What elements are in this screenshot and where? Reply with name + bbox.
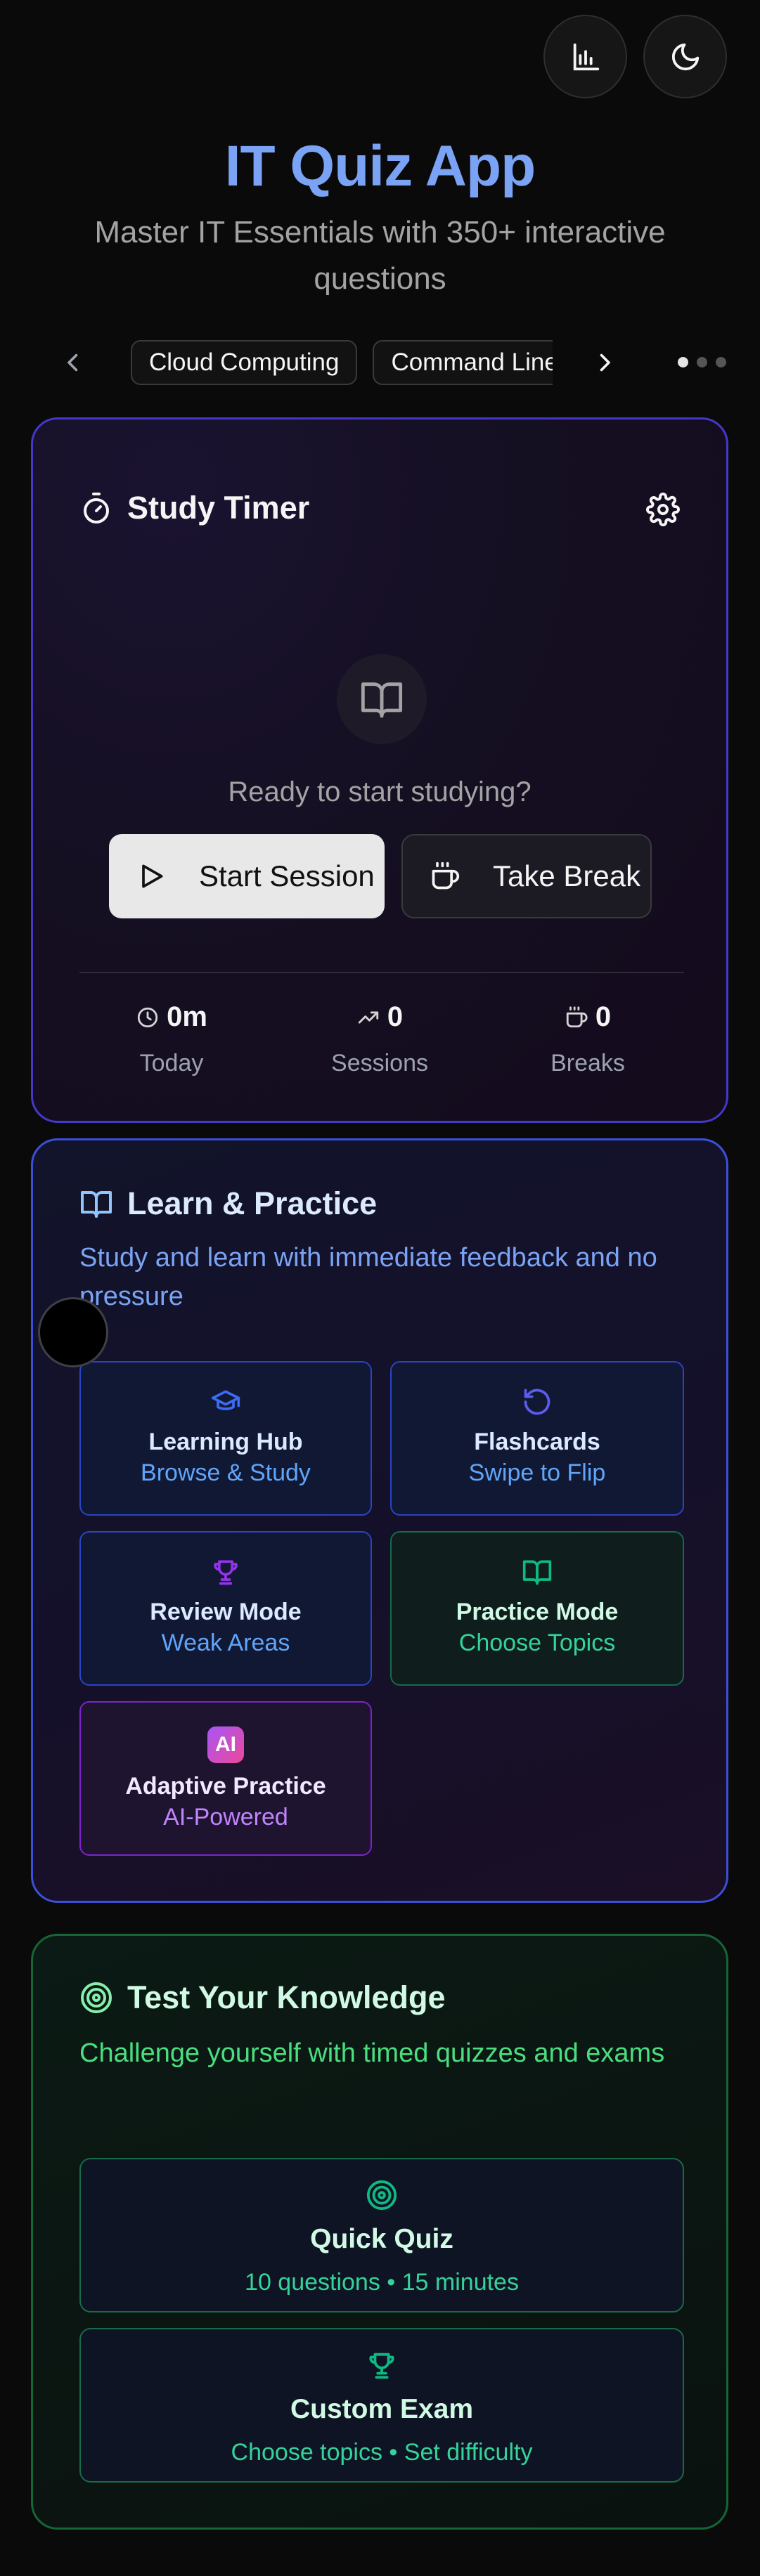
bar-chart-icon bbox=[573, 43, 599, 70]
trophy-icon bbox=[214, 1560, 238, 1585]
tile-title: Learning Hub bbox=[148, 1429, 303, 1455]
timer-title: Study Timer bbox=[127, 490, 310, 526]
coffee-icon bbox=[432, 861, 460, 890]
start-session-button[interactable]: Start Session bbox=[109, 834, 385, 918]
start-session-label: Start Session bbox=[199, 859, 375, 892]
app-title: IT Quiz App bbox=[224, 134, 536, 198]
target-icon bbox=[366, 2180, 397, 2211]
learn-practice-card: Learn & Practice Study and learn with im… bbox=[31, 1138, 728, 1903]
book-placeholder bbox=[337, 654, 427, 744]
trending-up-icon bbox=[358, 1011, 379, 1023]
stat-today-value: 0m bbox=[167, 1001, 207, 1032]
take-break-label: Take Break bbox=[493, 859, 641, 892]
tile-title: Flashcards bbox=[474, 1429, 600, 1455]
review-mode-tile[interactable]: Review Mode Weak Areas bbox=[79, 1531, 372, 1686]
app-subtitle: Master IT Essentials with 350+ interacti… bbox=[94, 215, 666, 296]
clock-icon bbox=[137, 1007, 158, 1027]
floating-action-circle[interactable] bbox=[38, 1297, 108, 1367]
trophy-icon bbox=[369, 2353, 394, 2379]
test-description: Challenge yourself with timed quizzes an… bbox=[79, 2038, 665, 2068]
test-title: Test Your Knowledge bbox=[127, 1979, 446, 2015]
flashcards-tile[interactable]: Flashcards Swipe to Flip bbox=[390, 1361, 684, 1516]
tile-title: Practice Mode bbox=[456, 1599, 619, 1625]
timer-status: Ready to start studying? bbox=[228, 776, 532, 807]
timer-divider bbox=[79, 972, 684, 973]
tile-title: Adaptive Practice bbox=[125, 1773, 326, 1800]
tile-subtitle: Choose topics • Set difficulty bbox=[231, 2439, 533, 2466]
learning-hub-tile[interactable]: Learning Hub Browse & Study bbox=[79, 1361, 372, 1516]
tile-subtitle: AI-Powered bbox=[163, 1804, 288, 1830]
tile-title: Review Mode bbox=[150, 1599, 302, 1625]
learn-description: Study and learn with immediate feedback … bbox=[79, 1243, 657, 1311]
tile-subtitle: 10 questions • 15 minutes bbox=[245, 2269, 519, 2296]
topic-chip[interactable]: Cloud Computing bbox=[131, 340, 358, 385]
open-book-icon bbox=[522, 1560, 552, 1585]
test-header: Test Your Knowledge bbox=[79, 1979, 446, 2016]
custom-exam-tile[interactable]: Custom Exam Choose topics • Set difficul… bbox=[79, 2328, 684, 2483]
coffee-icon bbox=[566, 1006, 588, 1027]
stat-breaks-label: Breaks bbox=[550, 1050, 625, 1076]
timer-header: Study Timer bbox=[79, 490, 309, 526]
chevron-left-icon bbox=[67, 353, 78, 372]
adaptive-practice-tile[interactable]: AI Adaptive Practice AI-Powered bbox=[79, 1701, 372, 1856]
take-break-button[interactable]: Take Break bbox=[401, 834, 652, 918]
carousel-next-button[interactable] bbox=[588, 346, 621, 379]
stat-sessions-label: Sessions bbox=[331, 1050, 428, 1076]
chevron-right-icon bbox=[600, 353, 610, 372]
stats-button[interactable] bbox=[543, 15, 627, 98]
quick-quiz-tile[interactable]: Quick Quiz 10 questions • 15 minutes bbox=[79, 2158, 684, 2312]
pagination-dot[interactable] bbox=[678, 357, 688, 367]
target-icon bbox=[81, 1982, 112, 2013]
stat-today-label: Today bbox=[139, 1050, 204, 1076]
pagination-dot[interactable] bbox=[697, 357, 707, 367]
practice-mode-tile[interactable]: Practice Mode Choose Topics bbox=[390, 1531, 684, 1686]
tile-title: Quick Quiz bbox=[310, 2224, 453, 2254]
test-knowledge-card: Test Your Knowledge Challenge yourself w… bbox=[31, 1934, 728, 2530]
rotate-icon bbox=[524, 1388, 550, 1415]
stat-breaks: 0 Breaks bbox=[510, 1001, 665, 1077]
stat-sessions: 0 Sessions bbox=[302, 1001, 457, 1077]
open-book-icon bbox=[361, 682, 403, 718]
stat-sessions-value: 0 bbox=[387, 1001, 404, 1032]
theme-toggle-button[interactable] bbox=[643, 15, 727, 98]
topic-chip[interactable]: Command Line bbox=[373, 340, 553, 385]
tile-subtitle: Weak Areas bbox=[161, 1629, 290, 1656]
tile-title: Custom Exam bbox=[290, 2394, 474, 2424]
carousel-prev-button[interactable] bbox=[56, 346, 90, 379]
stopwatch-icon bbox=[84, 493, 109, 523]
pagination-dot[interactable] bbox=[716, 357, 726, 367]
tile-subtitle: Swipe to Flip bbox=[468, 1459, 606, 1486]
tile-subtitle: Browse & Study bbox=[141, 1459, 311, 1486]
topic-carousel: Cloud Computing Command Line bbox=[0, 340, 760, 385]
stat-today: 0m Today bbox=[94, 1001, 249, 1077]
study-timer-card: Study Timer Ready to start studying? Sta… bbox=[31, 417, 728, 1123]
moon-icon bbox=[671, 43, 699, 70]
open-book-icon bbox=[81, 1191, 112, 1218]
stat-breaks-value: 0 bbox=[595, 1001, 612, 1032]
graduation-cap-icon bbox=[211, 1390, 240, 1410]
play-icon bbox=[142, 864, 163, 888]
tile-subtitle: Choose Topics bbox=[458, 1629, 616, 1656]
ai-badge-icon: AI bbox=[207, 1726, 244, 1763]
learn-header: Learn & Practice bbox=[79, 1185, 377, 1222]
learn-title: Learn & Practice bbox=[127, 1185, 378, 1221]
timer-settings-icon[interactable] bbox=[646, 493, 680, 526]
carousel-pagination bbox=[678, 357, 726, 367]
topic-chips: Cloud Computing Command Line bbox=[131, 340, 553, 385]
